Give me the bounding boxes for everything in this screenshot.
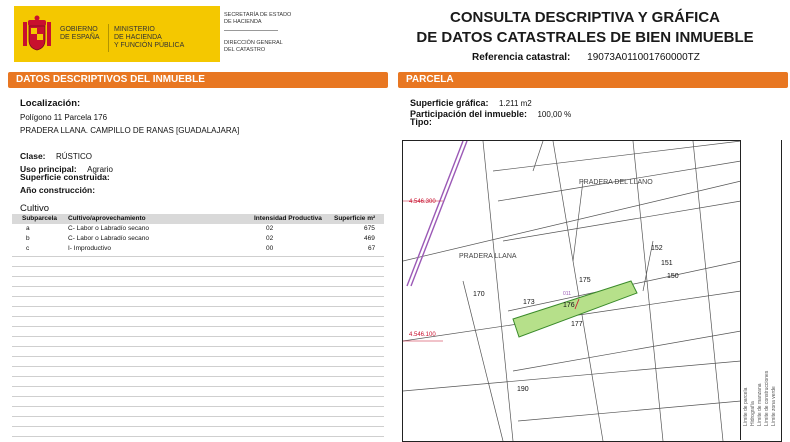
map-coord-top: 4.546.300	[409, 199, 436, 205]
map-label-pradera-llana: PRADERA LLANA	[459, 253, 517, 260]
ministerio-line1: MINISTERIO	[114, 26, 155, 33]
table-rule-line	[12, 306, 384, 307]
localizacion-label: Localización:	[20, 98, 81, 109]
participacion-value: 100,00 %	[537, 110, 572, 119]
cell-intensidad: 00	[266, 245, 274, 252]
cell-intensidad: 02	[266, 235, 274, 242]
table-rule-line	[12, 376, 384, 377]
coat-of-arms-icon	[23, 15, 51, 51]
legend-item: Hidrografía	[750, 401, 756, 426]
table-rule-line	[12, 426, 384, 427]
map-subparcel-label: 011	[563, 291, 571, 297]
title-line2: DE DATOS CATASTRALES DE BIEN INMUEBLE	[416, 29, 754, 46]
table-rule-line	[12, 256, 384, 257]
table-rule-line	[12, 406, 384, 407]
tipo-label: Tipo:	[410, 117, 432, 127]
parcela-bar: PARCELA	[398, 72, 788, 88]
direccion-line1: DIRECCIÓN GENERAL	[224, 40, 283, 46]
cell-cultivo: C- Labor o Labradío secano	[68, 235, 149, 242]
secretaria-line2: DE HACIENDA	[224, 18, 262, 25]
referencia-label: Referencia catastral:	[472, 52, 571, 63]
secretaria-text: SECRETARÍA DE ESTADO DE HACIENDA	[224, 12, 291, 25]
direccion-line2: DEL CATASTRO	[224, 46, 266, 53]
cell-cultivo: I- Improductivo	[68, 245, 111, 252]
map-legend: Límite de parcela Hidrografía Límite de …	[740, 140, 781, 440]
table-rule-line	[12, 286, 384, 287]
secretaria-divider	[224, 30, 278, 31]
gobierno-line1: GOBIERNO	[60, 26, 98, 33]
map-parcel-170: 170	[473, 291, 485, 298]
th-subparcela: Subparcela	[22, 215, 58, 222]
legend-item: Límite de manzana	[757, 383, 763, 426]
ministerio-line3: Y FUNCIÓN PÚBLICA	[114, 42, 185, 49]
table-row: c I- Improductivo 00 67	[12, 245, 384, 255]
cell-intensidad: 02	[266, 225, 274, 232]
table-rule-line	[12, 356, 384, 357]
title-line1: CONSULTA DESCRIPTIVA Y GRÁFICA	[449, 9, 720, 26]
cultivo-table-header: Subparcela Cultivo/aprovechamiento Inten…	[12, 214, 384, 224]
cell-superficie: 469	[364, 235, 375, 242]
table-rule-line	[12, 436, 384, 437]
map-parcel-176: 176	[563, 302, 575, 309]
map-drawing	[403, 141, 742, 441]
localizacion-line2: PRADERA LLANA. CAMPILLO DE RANAS [GUADAL…	[20, 126, 240, 135]
section-title-prefix: DATOS DESCRIPTIVOS DEL	[16, 74, 153, 85]
table-rule-line	[12, 346, 384, 347]
referencia-value: 19073A011001760000TZ	[587, 52, 700, 63]
cell-superficie: 67	[368, 245, 376, 252]
datos-descriptivos-bar: DATOS DESCRIPTIVOS DEL INMUEBLE	[8, 72, 388, 88]
map-parcel-175: 175	[579, 277, 591, 284]
table-row: a C- Labor o Labradío secano 02 675	[12, 225, 384, 235]
section-title-suffix: INMUEBLE	[152, 74, 205, 85]
superficie-construida-label: Superficie construida:	[20, 172, 110, 182]
legend-item: Límite de construcciones	[764, 370, 770, 426]
map-parcel-150: 150	[667, 273, 679, 280]
gobierno-text: GOBIERNO DE ESPAÑA	[60, 26, 100, 42]
map-parcel-177: 177	[571, 321, 583, 328]
page-title: CONSULTA DESCRIPTIVA Y GRÁFICA DE DATOS …	[395, 8, 775, 48]
cadastral-map[interactable]: PRADERA DEL LLANO PRADERA LLANA 4.546.30…	[402, 140, 782, 442]
table-rule-line	[12, 266, 384, 267]
th-superficie: Superficie m²	[334, 215, 376, 222]
cell-subparcela: a	[26, 225, 30, 232]
table-rule-line	[12, 366, 384, 367]
map-coord-bottom: 4.546.100	[409, 332, 436, 338]
anio-construccion-label: Año construcción:	[20, 185, 96, 195]
th-cultivo: Cultivo/aprovechamiento	[68, 215, 146, 222]
direccion-text: DIRECCIÓN GENERAL DEL CATASTRO	[224, 40, 283, 53]
map-label-pradera-llano: PRADERA DEL LLANO	[579, 179, 653, 186]
map-parcel-152: 152	[651, 245, 663, 252]
map-parcel-151: 151	[661, 260, 673, 267]
legend-item: Límite zona verde	[771, 386, 777, 426]
table-rule-line	[12, 416, 384, 417]
cell-subparcela: b	[26, 235, 30, 242]
table-rule-line	[12, 296, 384, 297]
localizacion-line1: Polígono 11 Parcela 176	[20, 113, 108, 122]
gobierno-line2: DE ESPAÑA	[60, 34, 100, 41]
cell-subparcela: c	[26, 245, 30, 252]
referencia-catastral: Referencia catastral: 19073A011001760000…	[472, 52, 700, 63]
table-rule-line	[12, 326, 384, 327]
cell-cultivo: C- Labor o Labradío secano	[68, 225, 149, 232]
table-rule-line	[12, 386, 384, 387]
table-rule-line	[12, 316, 384, 317]
cultivo-label: Cultivo	[20, 203, 50, 214]
table-rule-line	[12, 396, 384, 397]
map-parcel-173: 173	[523, 299, 535, 306]
table-rule-line	[12, 336, 384, 337]
table-row: b C- Labor o Labradío secano 02 469	[12, 235, 384, 245]
table-rule-line	[12, 276, 384, 277]
th-intensidad: Intensidad Productiva	[254, 215, 322, 222]
map-parcel-190: 190	[517, 386, 529, 393]
gov-divider	[108, 24, 109, 52]
participacion-row: Participación del inmueble: 100,00 %	[410, 104, 571, 122]
cell-superficie: 675	[364, 225, 375, 232]
legend-item: Límite de parcela	[743, 387, 749, 426]
ministerio-text: MINISTERIO DE HACIENDA Y FUNCIÓN PÚBLICA	[114, 26, 184, 50]
legend-text: Límite de parcela Hidrografía Límite de …	[743, 146, 779, 426]
ministerio-line2: DE HACIENDA	[114, 34, 162, 41]
secretaria-line1: SECRETARÍA DE ESTADO	[224, 12, 292, 18]
